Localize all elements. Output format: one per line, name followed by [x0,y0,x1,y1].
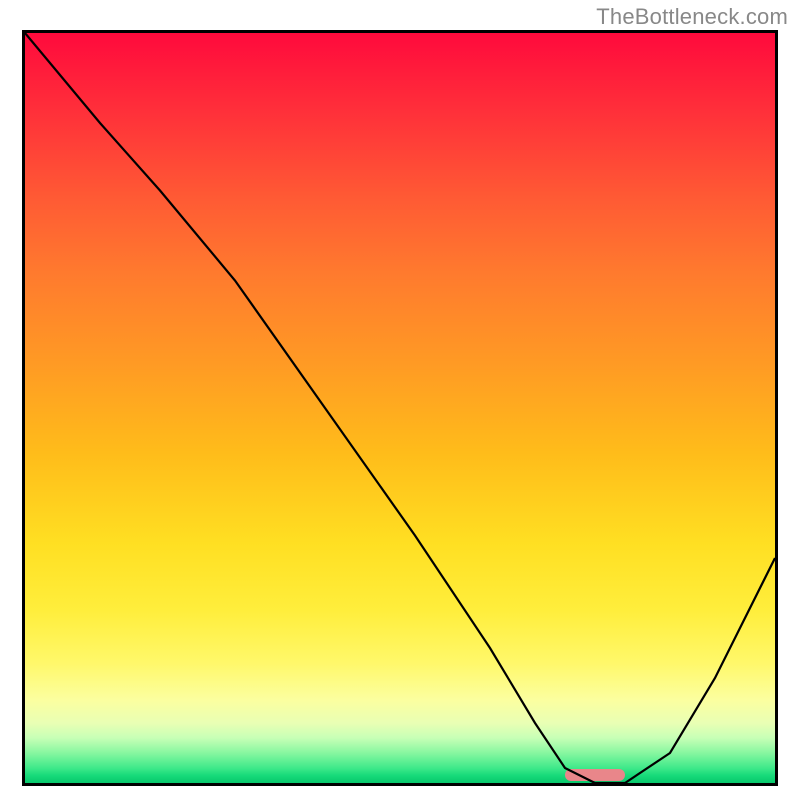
chart-frame [22,30,778,786]
watermark-text: TheBottleneck.com [596,4,788,30]
curve-path [25,33,775,783]
curve-line [25,33,775,783]
